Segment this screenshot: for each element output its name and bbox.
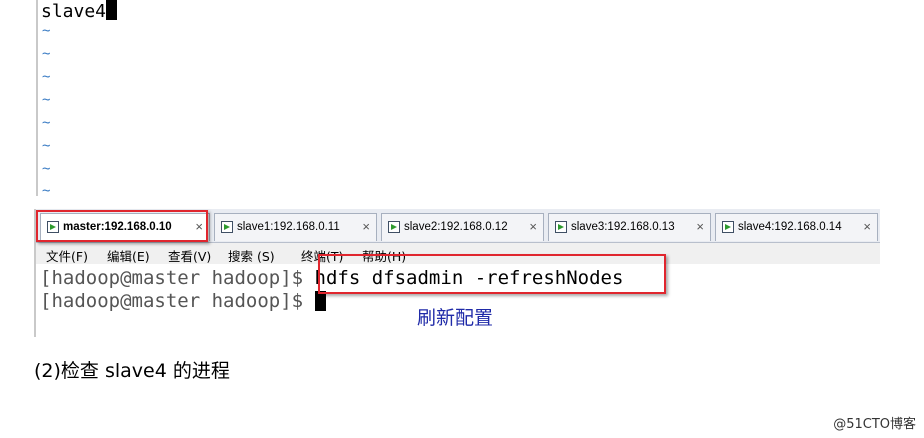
close-icon[interactable]: ×	[696, 219, 704, 234]
terminal-icon	[221, 221, 233, 233]
terminal-icon	[722, 221, 734, 233]
tab-label: slave1:192.168.0.11	[237, 221, 340, 233]
highlight-box-command	[318, 254, 666, 294]
menu-edit[interactable]: 编辑(E)	[107, 246, 150, 265]
tab-slave4[interactable]: slave4:192.168.0.14 ×	[715, 213, 878, 241]
close-icon[interactable]: ×	[863, 219, 871, 234]
menu-search[interactable]: 搜索 (S)	[228, 246, 275, 265]
vim-cursor	[106, 0, 118, 20]
vim-text: slave4	[41, 1, 107, 22]
tab-label: slave2:192.168.0.12	[404, 221, 508, 233]
close-icon[interactable]: ×	[529, 219, 537, 234]
highlight-box-master-tab	[36, 210, 208, 242]
menu-view[interactable]: 查看(V)	[168, 246, 211, 265]
caption: (2)检查 slave4 的进程	[34, 360, 230, 382]
tab-label: slave4:192.168.0.14	[738, 221, 842, 233]
tab-slave3[interactable]: slave3:192.168.0.13 ×	[548, 213, 711, 241]
vim-editor: slave4 ~ ~ ~ ~ ~ ~ ~ ~	[36, 0, 298, 199]
vim-tilde: ~	[42, 69, 51, 85]
terminal-line: [hadoop@master hadoop]$	[40, 289, 326, 313]
tab-slave1[interactable]: slave1:192.168.0.11 ×	[214, 213, 377, 241]
vim-tilde: ~	[42, 115, 51, 131]
vim-tilde: ~	[42, 183, 51, 199]
terminal-icon	[388, 221, 400, 233]
tab-slave2[interactable]: slave2:192.168.0.12 ×	[381, 213, 544, 241]
annotation-text: 刷新配置	[417, 307, 494, 329]
terminal-cursor	[314, 291, 326, 311]
terminal-icon	[555, 221, 567, 233]
vim-text-line: slave4	[41, 0, 118, 24]
shell-prompt: [hadoop@master hadoop]$	[40, 267, 315, 289]
vim-tilde: ~	[42, 46, 51, 62]
tab-label: slave3:192.168.0.13	[571, 221, 675, 233]
watermark: @51CTO博客	[833, 417, 916, 432]
vim-tilde: ~	[42, 138, 51, 154]
close-icon[interactable]: ×	[362, 219, 370, 234]
shell-prompt: [hadoop@master hadoop]$	[40, 290, 315, 312]
menu-file[interactable]: 文件(F)	[46, 246, 88, 265]
vim-tilde: ~	[42, 92, 51, 108]
vim-tilde: ~	[42, 161, 51, 177]
vim-tilde: ~	[42, 23, 51, 39]
